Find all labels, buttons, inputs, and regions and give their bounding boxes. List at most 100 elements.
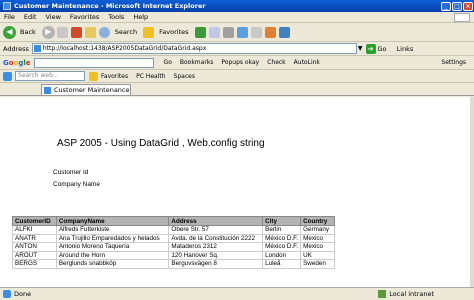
cell-city: London — [262, 250, 302, 260]
header-address: Address — [168, 216, 264, 226]
page-icon — [44, 87, 51, 94]
cell-customerid: ANTON — [12, 242, 57, 252]
autolink-button[interactable]: AutoLink — [294, 59, 320, 66]
search-icon[interactable] — [98, 26, 110, 38]
cell-companyname: Antonio Moreno Taquería — [55, 242, 170, 252]
menu-help[interactable]: Help — [133, 13, 148, 21]
menu-favorites[interactable]: Favorites — [70, 13, 99, 21]
research-icon[interactable] — [278, 26, 290, 38]
edit-icon[interactable] — [236, 26, 248, 38]
live-logo-icon — [3, 71, 12, 81]
favorites-button[interactable]: Favorites — [159, 28, 188, 36]
cell-city: México D.F. — [262, 233, 302, 243]
page-done-icon — [3, 290, 11, 298]
close-button[interactable]: × — [463, 1, 473, 11]
cell-country: Mexico — [300, 242, 335, 252]
minimize-button[interactable]: _ — [441, 1, 451, 11]
cell-address: Obere Str. 57 — [168, 225, 264, 235]
address-bar: Address http://localhost:1438/ASP2005Dat… — [0, 42, 474, 56]
menu-file[interactable]: File — [4, 13, 15, 21]
status-bar: Done Local intranet — [0, 287, 474, 300]
title-bar: Customer Maintenance - Microsoft Interne… — [0, 0, 474, 12]
cell-companyname: Around the Horn — [55, 250, 170, 260]
search-button[interactable]: Search — [115, 28, 137, 36]
forward-arrow-icon[interactable]: ▶ — [41, 25, 55, 39]
discuss-icon[interactable] — [250, 26, 262, 38]
spaces-button[interactable]: Spaces — [174, 73, 195, 80]
table-row: BERGS Berglunds snabbköp Berguvsvägen 8 … — [12, 259, 335, 269]
table-row: ALFKI Alfreds Futterkiste Obere Str. 57 … — [12, 225, 335, 235]
cell-customerid: ALFKI — [12, 225, 57, 235]
check-button[interactable]: Check — [267, 59, 285, 66]
bookmarks-button[interactable]: Bookmarks — [180, 59, 214, 66]
google-go-button[interactable]: Go — [164, 59, 172, 66]
menu-tools[interactable]: Tools — [108, 13, 124, 21]
cell-customerid: BERGS — [12, 259, 57, 269]
favorites-star-icon[interactable] — [143, 26, 155, 38]
page-icon — [33, 45, 41, 52]
go-label: Go — [377, 44, 387, 53]
cell-country: UK — [300, 250, 335, 260]
print-icon[interactable] — [222, 26, 234, 38]
live-search-input[interactable]: Search web... — [15, 71, 85, 81]
go-button[interactable]: ➔ Go — [365, 43, 387, 54]
tab-customer-maintenance[interactable]: Customer Maintenance — [41, 84, 131, 95]
address-url: http://localhost:1438/ASP2005DataGrid/Da… — [42, 45, 207, 52]
live-toolbar: Search web... Favorites PC Health Spaces — [0, 70, 474, 83]
cell-city: Berlin — [262, 225, 302, 235]
header-country: Country — [300, 216, 335, 226]
cell-companyname: Alfreds Futterkiste — [55, 225, 170, 235]
google-logo: Google — [3, 58, 31, 67]
settings-button[interactable]: Settings — [441, 59, 466, 66]
cell-city: Luleå — [262, 259, 302, 269]
back-button[interactable]: Back — [20, 28, 36, 36]
header-city: City — [262, 216, 302, 226]
pc-health-button[interactable]: PC Health — [136, 73, 165, 80]
cell-address: Mataderos 2312 — [168, 242, 264, 252]
table-row: AROUT Around the Horn 120 Hanover Sq. Lo… — [12, 250, 335, 260]
maximize-button[interactable]: □ — [452, 1, 462, 11]
table-row: ANTON Antonio Moreno Taquería Mataderos … — [12, 242, 335, 252]
customer-datagrid: CustomerID CompanyName Address City Coun… — [12, 216, 335, 269]
cell-address: 120 Hanover Sq. — [168, 250, 264, 260]
google-search-input[interactable] — [33, 57, 154, 68]
history-icon[interactable] — [194, 26, 206, 38]
go-arrow-icon: ➔ — [365, 43, 376, 54]
intranet-icon — [378, 290, 387, 298]
window-title: Customer Maintenance - Microsoft Interne… — [14, 2, 206, 10]
cell-customerid: ANATR — [12, 233, 57, 243]
address-label: Address — [3, 44, 29, 53]
live-favorites-button[interactable]: Favorites — [101, 73, 128, 80]
tab-label: Customer Maintenance — [54, 86, 130, 94]
cell-city: México D.F. — [262, 242, 302, 252]
address-dropdown-icon[interactable]: ▼ — [358, 45, 363, 52]
popups-button[interactable]: Popups okay — [221, 59, 259, 66]
vertical-scrollbar[interactable] — [470, 97, 474, 287]
cell-companyname: Ana Trujillo Emparedados y helados — [55, 233, 170, 243]
menu-bar: File Edit View Favorites Tools Help — [0, 12, 474, 23]
menu-edit[interactable]: Edit — [24, 13, 37, 21]
stop-icon[interactable] — [56, 26, 68, 38]
google-toolbar: Google Go Bookmarks Popups okay Check Au… — [0, 56, 474, 70]
refresh-icon[interactable] — [70, 26, 82, 38]
links-button[interactable]: Links — [397, 45, 414, 53]
messenger-icon[interactable] — [264, 26, 276, 38]
navigation-toolbar: ◀ Back ▶ Search Favorites — [0, 23, 474, 42]
address-input[interactable]: http://localhost:1438/ASP2005DataGrid/Da… — [31, 43, 357, 54]
table-row: ANATR Ana Trujillo Emparedados y helados… — [12, 233, 335, 243]
cell-country: Sweden — [300, 259, 335, 269]
menu-view[interactable]: View — [45, 13, 60, 21]
cell-country: Mexico — [300, 233, 335, 243]
home-icon[interactable] — [84, 26, 96, 38]
cell-companyname: Berglunds snabbköp — [55, 259, 170, 269]
page-content: ASP 2005 - Using DataGrid , Web.config s… — [0, 97, 470, 287]
status-text: Done — [14, 290, 32, 298]
company-name-label: Company Name — [53, 181, 100, 188]
cell-customerid: AROUT — [12, 250, 57, 260]
customer-id-label: Customer Id — [53, 169, 89, 176]
back-arrow-icon[interactable]: ◀ — [3, 25, 16, 39]
cell-address: Avda. de la Constitución 2222 — [168, 233, 264, 243]
page-heading: ASP 2005 - Using DataGrid , Web.config s… — [57, 138, 265, 149]
windows-logo-icon — [454, 12, 470, 22]
mail-icon[interactable] — [208, 26, 220, 38]
